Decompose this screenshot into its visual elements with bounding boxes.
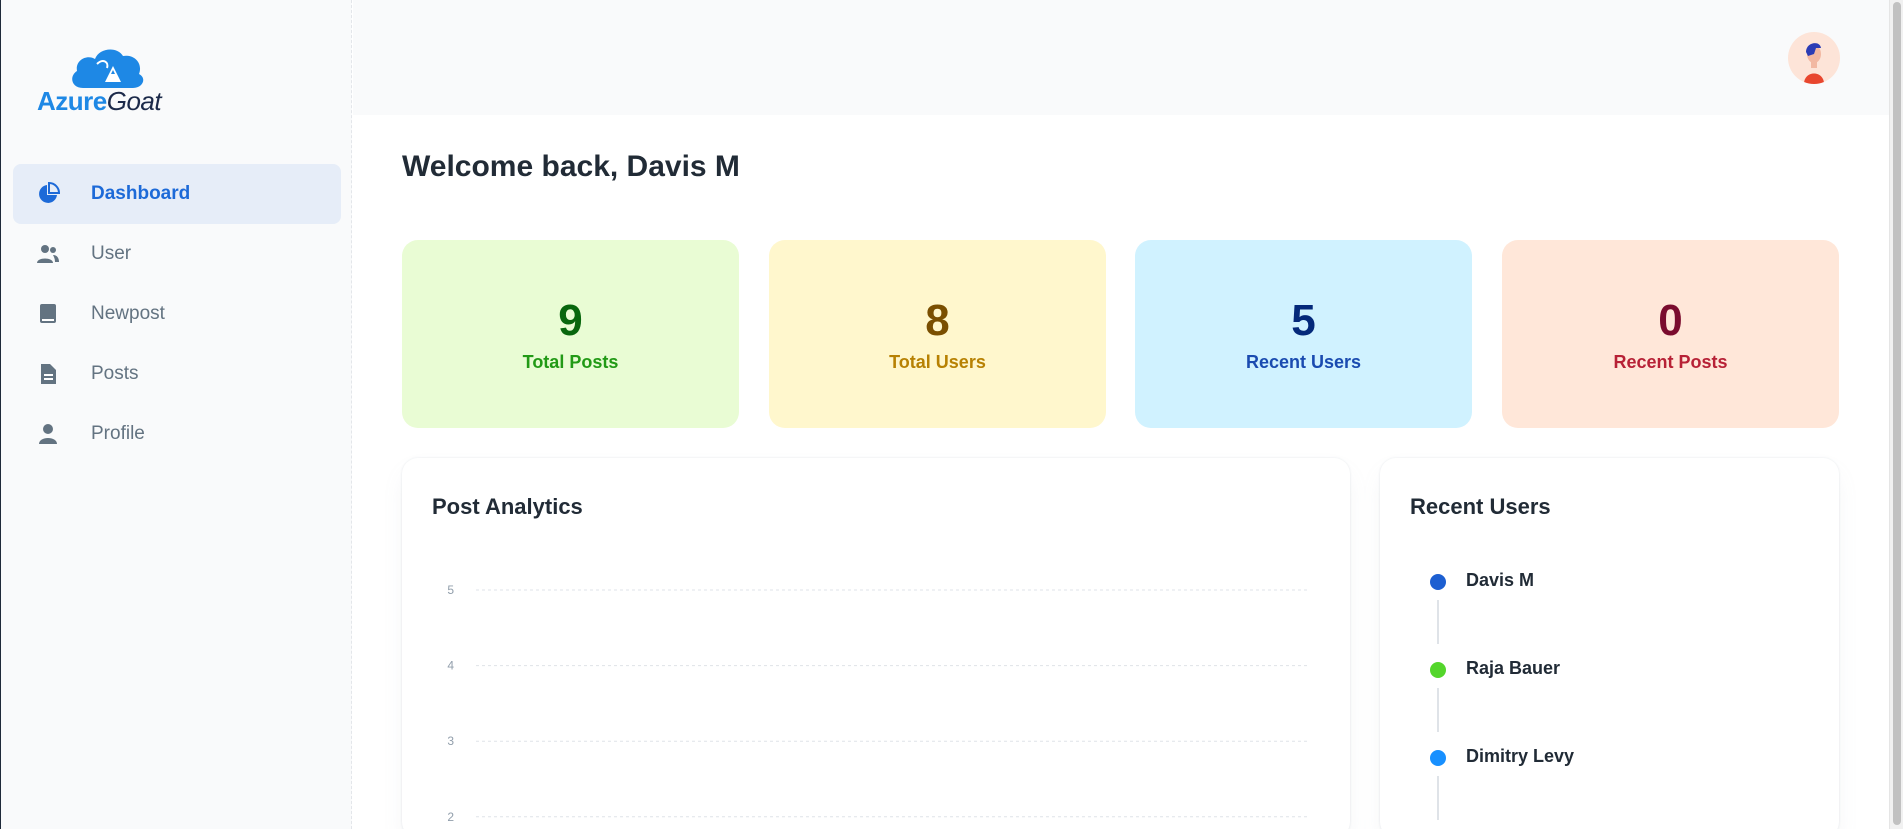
sidebar-item-user[interactable]: User [13,224,341,284]
post-analytics-card: Post Analytics 5432 [402,458,1350,829]
person-icon [35,421,61,447]
stat-label: Total Users [889,352,986,372]
sidebar-item-label: Posts [91,363,139,384]
sidebar: AzureGoat Dashboard User Newpost Posts P… [0,0,352,829]
recent-users-card: Recent Users Davis M Raja Bauer Dimitry … [1380,458,1839,829]
logo-text-goat: Goat [106,86,162,116]
sidebar-item-profile[interactable]: Profile [13,404,341,464]
user-avatar-icon [1804,43,1824,84]
stat-card-recent-posts: 0 Recent Posts [1502,240,1839,428]
cloud-goat-icon [72,49,144,88]
sidebar-item-label: User [91,243,132,264]
sidebar-item-posts[interactable]: Posts [13,344,341,404]
top-bar [353,0,1903,115]
stat-label: Total Posts [522,352,619,372]
sidebar-nav: Dashboard User Newpost Posts Profile [13,164,341,464]
timeline-dot [1430,662,1446,678]
timeline-dot [1430,750,1446,766]
document-icon [35,361,61,387]
sidebar-item-label: Profile [91,423,145,444]
y-tick-label: 2 [447,810,454,824]
scrollbar[interactable] [1889,0,1903,829]
timeline-connector [1437,688,1439,732]
user-name: Davis M [1466,570,1535,590]
user-name: Dimitry Levy [1466,746,1575,766]
y-tick-label: 5 [447,583,454,597]
y-tick-label: 4 [447,659,454,673]
timeline-connector [1437,600,1439,644]
stat-value: 5 [1291,296,1316,345]
stat-label: Recent Users [1245,352,1362,372]
sidebar-item-label: Dashboard [91,183,191,204]
stat-card-total-users: 8 Total Users [769,240,1106,428]
avatar[interactable] [1788,32,1840,84]
stat-label: Recent Posts [1613,352,1728,372]
people-icon [35,241,61,267]
logo-text-azure: Azure [37,86,107,116]
timeline-dot [1430,574,1446,590]
page-title: Welcome back, Davis M [402,150,740,183]
azuregoat-logo[interactable]: AzureGoat [37,44,187,116]
pie-chart-icon [35,181,61,207]
stat-card-recent-users: 5 Recent Users [1135,240,1472,428]
sidebar-item-label: Newpost [91,303,165,324]
post-analytics-chart: 5 4 3 2 [447,583,1308,824]
scrollbar-thumb[interactable] [1893,2,1901,825]
user-name: Raja Bauer [1466,658,1561,678]
timeline-connector [1437,776,1439,820]
sidebar-item-newpost[interactable]: Newpost [13,284,341,344]
stat-value: 0 [1658,296,1683,345]
y-tick-label: 3 [447,734,454,748]
card-title: Recent Users [1410,494,1551,519]
book-icon [35,301,61,327]
sidebar-item-dashboard[interactable]: Dashboard [13,164,341,224]
stat-card-total-posts: 9 Total Posts [402,240,739,428]
stat-value: 9 [558,296,583,345]
stat-value: 8 [925,296,950,345]
